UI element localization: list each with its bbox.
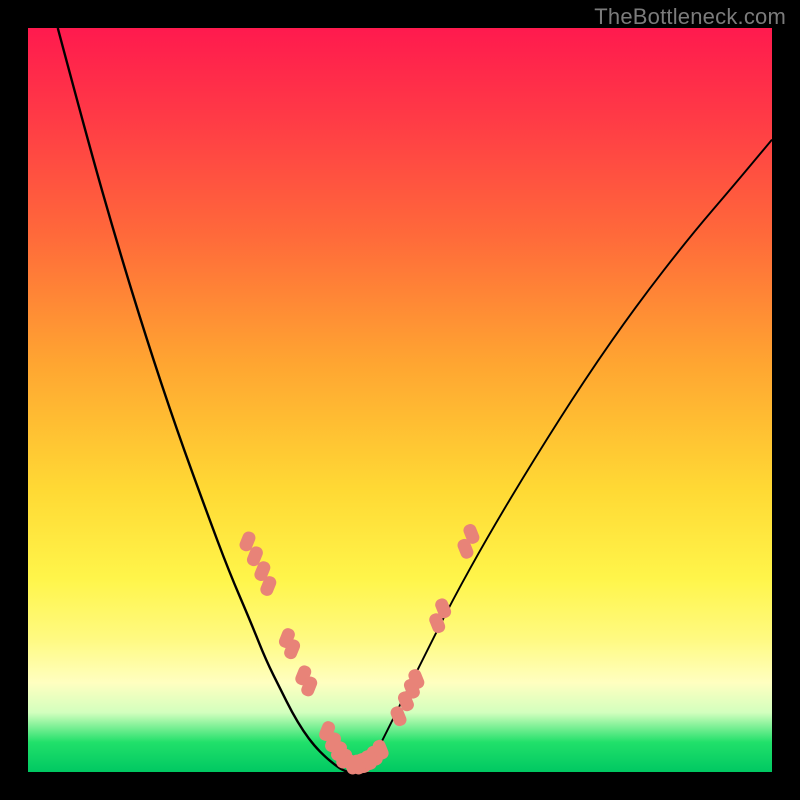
chart-frame: TheBottleneck.com <box>0 0 800 800</box>
curve-overlay <box>0 0 800 800</box>
curve-left-curve <box>58 28 348 772</box>
